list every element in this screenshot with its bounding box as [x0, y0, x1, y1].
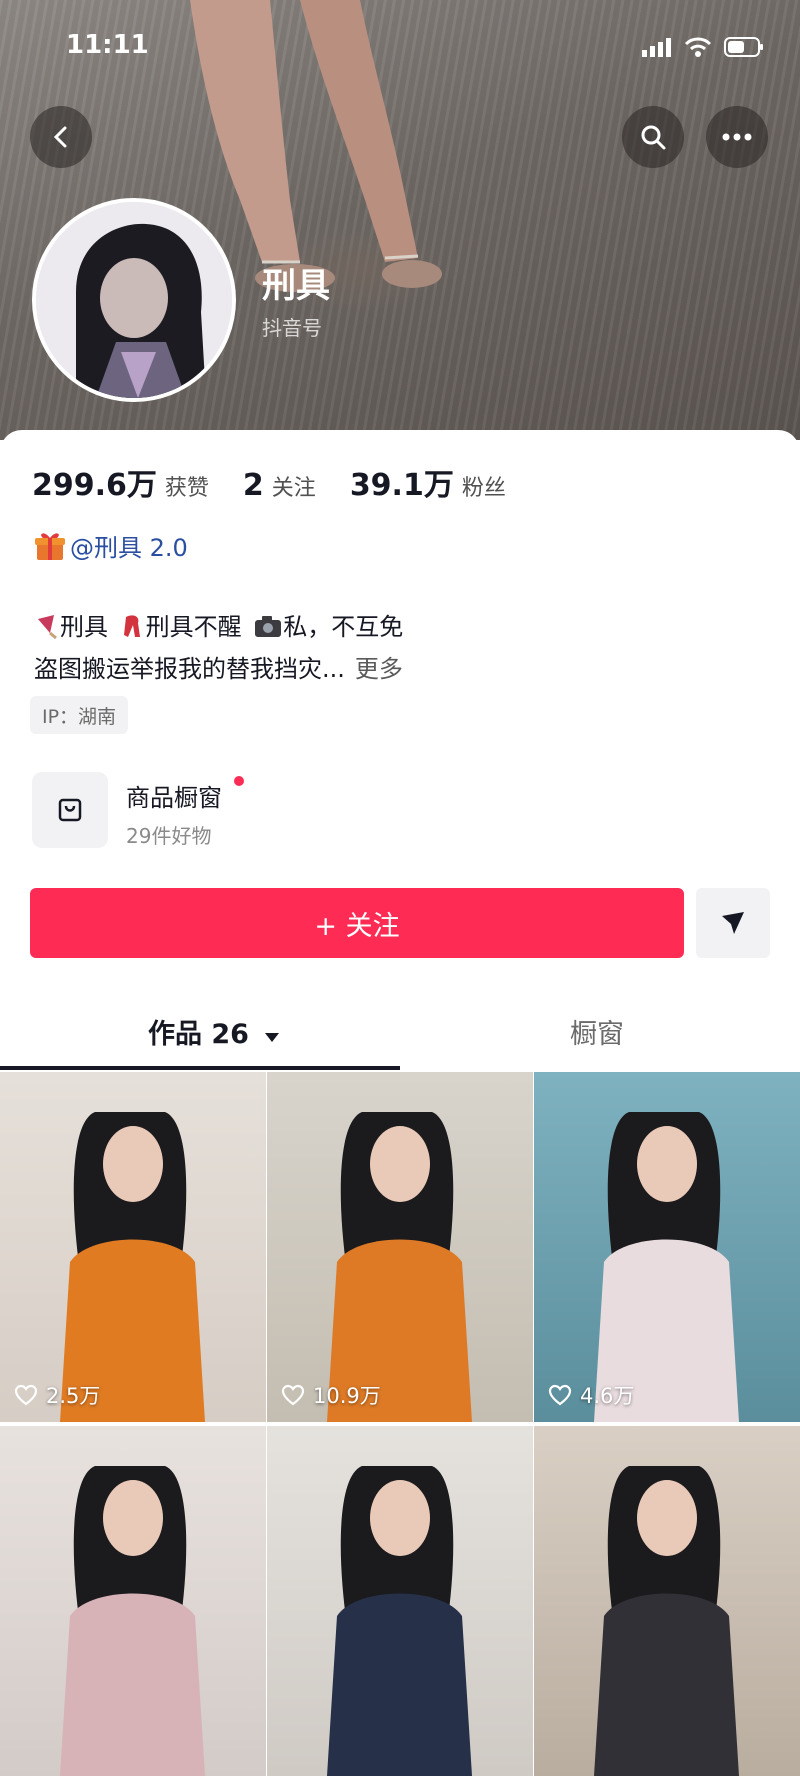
popsicle-emoji-icon: [38, 615, 57, 640]
video-thumbnail[interactable]: 10.9万: [267, 1072, 533, 1422]
bio-line-2: 盗图搬运举报我的替我挡灾... 更多: [34, 648, 403, 690]
status-bar: 11:11: [0, 0, 800, 100]
more-dots-icon: [722, 133, 752, 141]
heart-outline-icon: [281, 1384, 305, 1406]
stat-following-label[interactable]: 关注: [272, 470, 316, 502]
scarf-emoji-icon: [123, 615, 140, 637]
like-count-text: 4.6万: [580, 1384, 635, 1408]
profile-stats: 299.6万 获赞 2 关注 39.1万 粉丝: [32, 460, 540, 504]
status-icons: [642, 36, 764, 58]
video-like-count: 4.6万: [548, 1380, 634, 1410]
content-tabs: 作品 26 橱窗: [0, 1004, 800, 1070]
douyin-id-label[interactable]: 抖音号: [262, 312, 322, 341]
profile-bio: 刑具 刑具不醒 私，不互免 盗图搬运举报我的替我挡灾... 更多: [34, 606, 403, 690]
profile-avatar[interactable]: [32, 198, 236, 402]
thumbnail-figure: [60, 1466, 205, 1776]
bio-text-line2: 盗图搬运举报我的替我挡灾...: [34, 655, 345, 683]
stat-likes-label[interactable]: 获赞: [165, 470, 209, 502]
stat-likes-value[interactable]: 299.6万: [32, 460, 157, 504]
avatar-image: [36, 202, 232, 398]
shop-window-entry[interactable]: [32, 772, 108, 848]
active-tab-indicator: [0, 1066, 400, 1070]
back-button[interactable]: [30, 106, 92, 168]
share-button[interactable]: [696, 888, 770, 958]
status-time: 11:11: [66, 30, 149, 60]
heart-outline-icon: [548, 1384, 572, 1406]
bio-more-link[interactable]: 更多: [355, 655, 403, 683]
shop-window-title[interactable]: 商品橱窗: [126, 778, 222, 813]
video-like-count: 10.9万: [281, 1380, 381, 1410]
follow-button[interactable]: + 关注: [30, 888, 684, 958]
shopping-bag-icon: [58, 798, 82, 822]
video-like-count: 2.5万: [14, 1380, 100, 1410]
video-thumbnail[interactable]: [267, 1426, 533, 1776]
thumbnail-figure: [327, 1112, 472, 1422]
chevron-left-icon: [53, 126, 67, 148]
search-button[interactable]: [622, 106, 684, 168]
stat-following-value[interactable]: 2: [243, 468, 264, 503]
like-count-text: 10.9万: [313, 1384, 381, 1408]
camera-emoji-icon: [255, 616, 282, 637]
video-thumbnail[interactable]: 4.6万: [534, 1072, 800, 1422]
ip-location-badge: IP：湖南: [30, 696, 129, 734]
send-arrow-icon: [722, 912, 744, 934]
thumbnail-figure: [594, 1112, 739, 1422]
profile-name: 刑具: [262, 266, 330, 306]
signal-icon: [642, 38, 671, 57]
caret-down-icon: [265, 1033, 280, 1042]
wifi-icon: [684, 37, 712, 57]
video-thumbnail[interactable]: 2.5万: [0, 1072, 266, 1422]
search-icon: [641, 125, 666, 150]
tab-showcase[interactable]: 橱窗: [570, 1012, 624, 1051]
stat-followers-value[interactable]: 39.1万: [350, 460, 454, 504]
video-thumbnail[interactable]: [534, 1426, 800, 1776]
tab-works-label: 作品 26: [148, 1019, 249, 1050]
video-thumbnail[interactable]: [0, 1426, 266, 1776]
shop-notification-dot: [234, 776, 244, 786]
bio-text-c: 私，不互免: [283, 613, 404, 641]
associated-account-link[interactable]: @刑具 2.0: [70, 528, 188, 563]
bio-text-b: 刑具不醒: [145, 613, 242, 641]
tab-works[interactable]: 作品 26: [148, 1012, 280, 1051]
like-count-text: 2.5万: [46, 1384, 101, 1408]
bio-line-1: 刑具 刑具不醒 私，不互免: [34, 606, 403, 648]
thumbnail-figure: [327, 1466, 472, 1776]
associated-account[interactable]: @刑具 2.0: [34, 528, 188, 563]
stat-followers-label[interactable]: 粉丝: [462, 470, 506, 502]
thumbnail-figure: [60, 1112, 205, 1422]
thumbnail-figure: [594, 1466, 739, 1776]
bio-text-a: 刑具: [60, 613, 108, 641]
heart-outline-icon: [14, 1384, 38, 1406]
gift-icon: [35, 532, 65, 560]
shop-window-subtitle: 29件好物: [126, 824, 212, 848]
more-options-button[interactable]: [706, 106, 768, 168]
battery-icon: [724, 37, 763, 57]
